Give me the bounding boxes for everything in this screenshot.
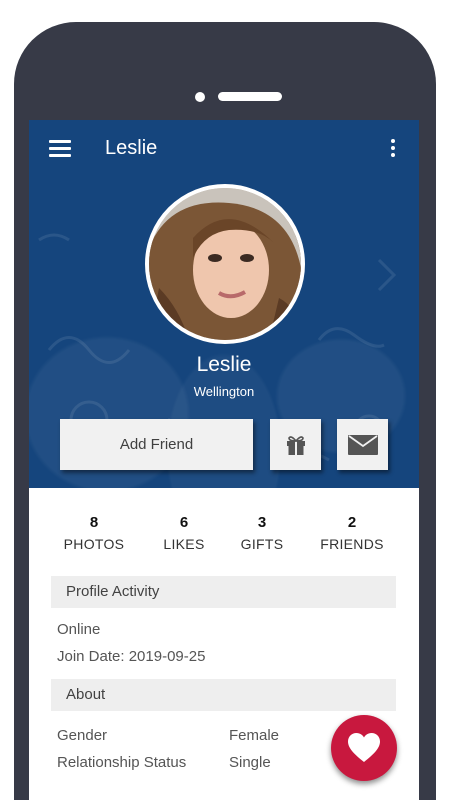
stat-likes[interactable]: 6 LIKES — [139, 514, 229, 552]
mail-icon — [347, 434, 378, 455]
app-screen: Leslie Leslie Wellington Add Friend 8 PH… — [29, 120, 419, 800]
profile-name: Leslie — [196, 353, 252, 376]
stat-friends[interactable]: 2 FRIENDS — [307, 514, 397, 552]
heart-icon — [348, 733, 380, 762]
message-button[interactable] — [337, 419, 388, 470]
avatar-photo — [149, 188, 301, 340]
profile-activity-header: Profile Activity — [51, 576, 396, 608]
online-status: Online — [57, 621, 101, 638]
stat-value: 3 — [257, 514, 267, 531]
about-header: About — [51, 679, 396, 711]
about-value-gender: Female — [229, 727, 280, 744]
speaker-grille — [218, 92, 282, 101]
about-label-relationship: Relationship Status — [57, 754, 187, 771]
gift-button[interactable] — [270, 419, 321, 470]
stats-row: 8 PHOTOS 6 LIKES 3 GIFTS 2 FRIENDS — [29, 514, 419, 564]
add-friend-button[interactable]: Add Friend — [60, 419, 253, 470]
profile-location: Wellington — [193, 384, 255, 399]
stat-photos[interactable]: 8 PHOTOS — [49, 514, 139, 552]
app-bar-title: Leslie — [105, 137, 158, 159]
stat-label: FRIENDS — [320, 536, 384, 552]
stat-value: 2 — [347, 514, 357, 531]
stat-label: LIKES — [163, 536, 205, 552]
camera-dot — [195, 92, 205, 102]
more-vert-icon[interactable] — [390, 139, 396, 159]
join-date: Join Date: 2019-09-25 — [57, 648, 206, 665]
avatar[interactable] — [145, 184, 305, 344]
stat-label: GIFTS — [240, 536, 284, 552]
menu-icon[interactable] — [49, 140, 71, 157]
about-label-gender: Gender — [57, 727, 108, 744]
profile-header: Leslie Leslie Wellington Add Friend — [29, 120, 419, 488]
about-value-relationship: Single — [229, 754, 271, 771]
stat-value: 6 — [179, 514, 189, 531]
stat-value: 8 — [89, 514, 99, 531]
like-fab-button[interactable] — [331, 715, 397, 781]
gift-icon — [286, 435, 305, 455]
stat-label: PHOTOS — [63, 536, 125, 552]
app-bar: Leslie — [29, 120, 419, 178]
stat-gifts[interactable]: 3 GIFTS — [217, 514, 307, 552]
